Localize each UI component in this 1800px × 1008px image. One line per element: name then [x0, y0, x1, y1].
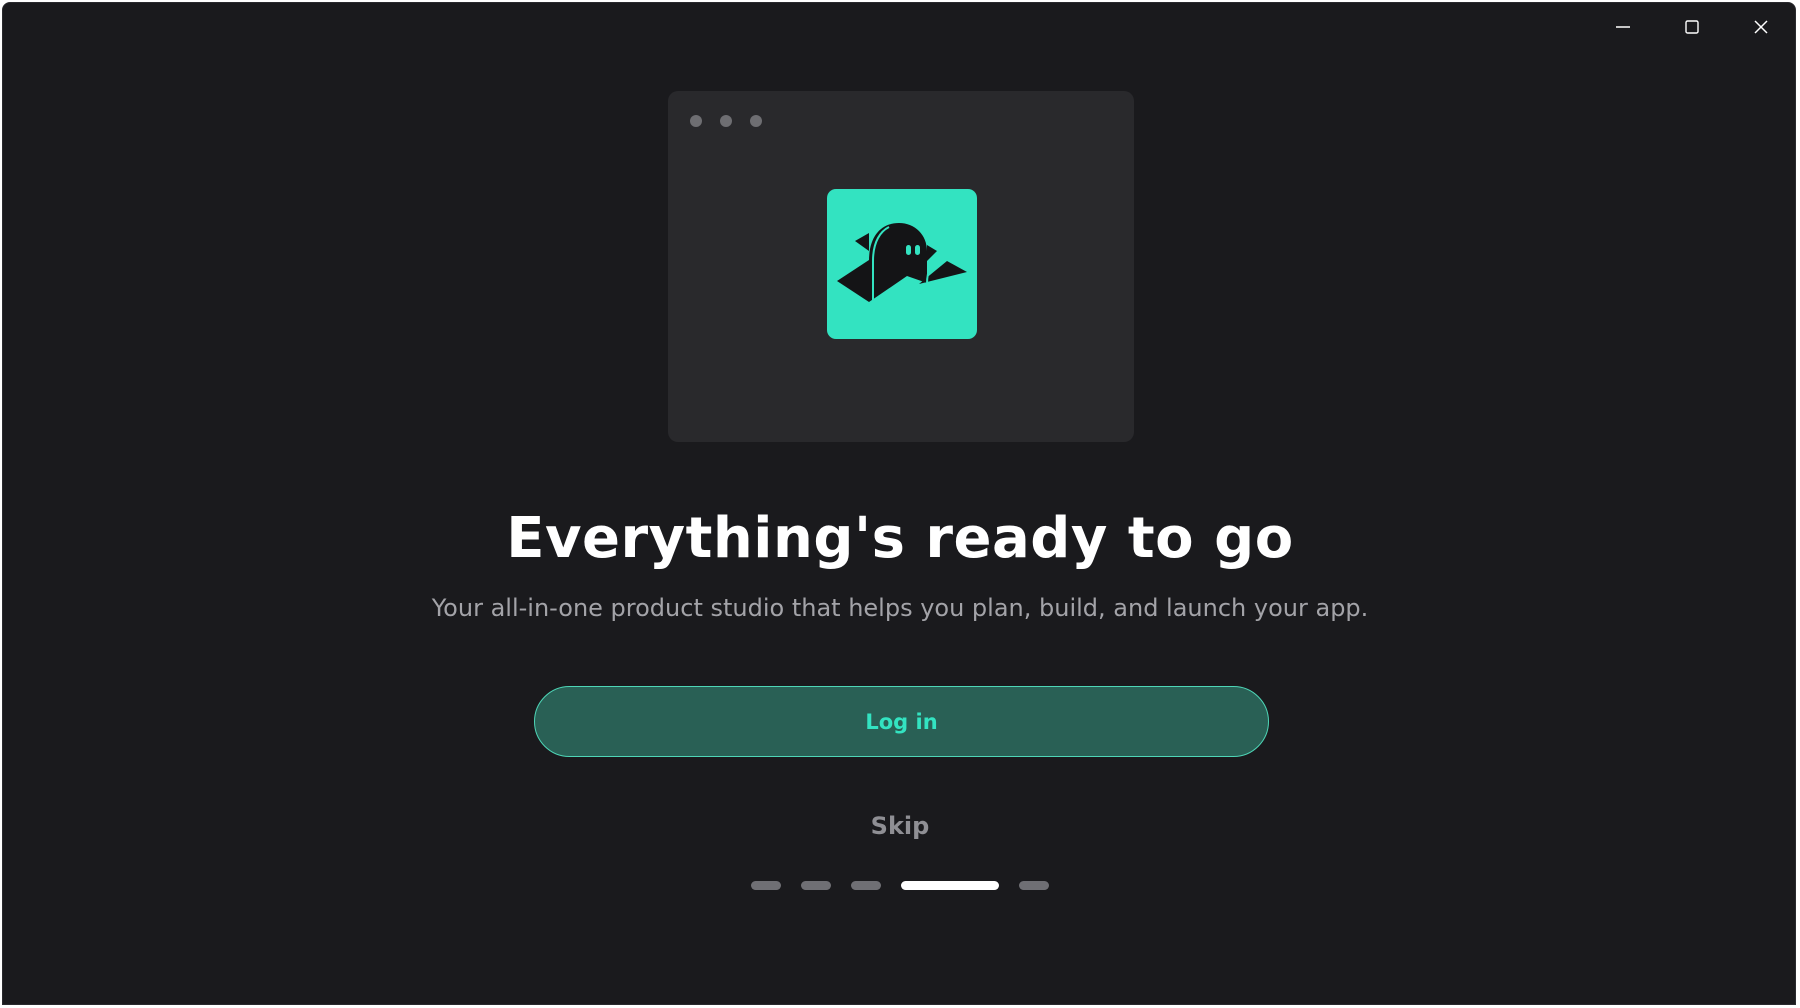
- maximize-icon: [1684, 20, 1699, 34]
- page-title: Everything's ready to go: [506, 506, 1294, 571]
- close-button[interactable]: [1726, 3, 1795, 51]
- window-dots: [690, 115, 762, 127]
- window-dot: [720, 115, 732, 127]
- ghost-logo-icon: [837, 223, 967, 302]
- skip-button[interactable]: Skip: [871, 812, 930, 840]
- onboarding-pager: [3, 881, 1795, 890]
- pager-step-5[interactable]: [1019, 881, 1049, 890]
- app-window: Everything's ready to go Your all-in-one…: [2, 2, 1796, 1005]
- page-subtitle: Your all-in-one product studio that help…: [431, 594, 1369, 622]
- maximize-button[interactable]: [1657, 3, 1726, 51]
- window-controls: [1588, 3, 1795, 51]
- minimize-icon: [1615, 26, 1630, 28]
- app-logo: [827, 189, 977, 339]
- window-dot: [690, 115, 702, 127]
- pager-step-4-active[interactable]: [901, 881, 999, 890]
- pager-step-3[interactable]: [851, 881, 881, 890]
- login-button[interactable]: Log in: [534, 686, 1269, 757]
- window-dot: [750, 115, 762, 127]
- app-preview-card: [668, 91, 1134, 442]
- minimize-button[interactable]: [1588, 3, 1657, 51]
- pager-step-2[interactable]: [801, 881, 831, 890]
- skip-link-row: Skip: [3, 809, 1795, 843]
- close-icon: [1753, 20, 1768, 34]
- pager-step-1[interactable]: [751, 881, 781, 890]
